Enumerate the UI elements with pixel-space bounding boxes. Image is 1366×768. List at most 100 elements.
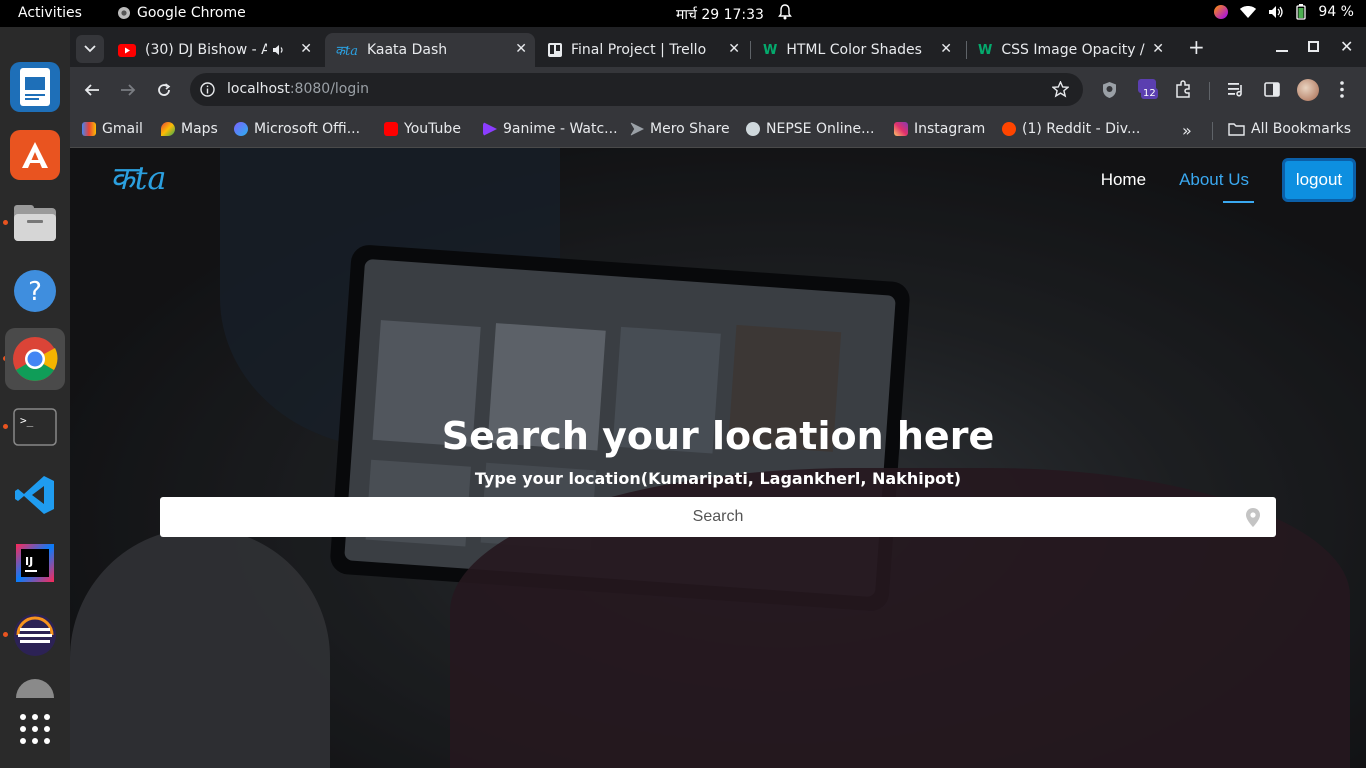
gmail-icon bbox=[82, 122, 96, 136]
bookmark-nepse[interactable]: NEPSE Online... bbox=[746, 121, 874, 137]
site-info-icon[interactable] bbox=[200, 82, 215, 97]
profile-avatar[interactable] bbox=[1297, 79, 1319, 101]
bookmark-instagram[interactable]: Instagram bbox=[894, 121, 985, 137]
bookmarks-overflow-icon[interactable]: » bbox=[1182, 121, 1192, 140]
files-running-dot bbox=[3, 220, 8, 225]
minimize-button[interactable] bbox=[1276, 50, 1288, 52]
tab-youtube[interactable]: (30) DJ Bishow - A ✕ bbox=[108, 33, 320, 67]
tab-label: Final Project | Trello bbox=[571, 42, 707, 58]
tab-search-button[interactable] bbox=[76, 35, 104, 63]
maps-icon bbox=[161, 122, 175, 136]
maximize-button[interactable] bbox=[1308, 41, 1319, 52]
bookmark-9anime[interactable]: 9anime - Watc... bbox=[483, 121, 618, 137]
tab-separator bbox=[966, 41, 967, 59]
url-host: localhost bbox=[227, 81, 290, 97]
tab-html-color-shades[interactable]: W HTML Color Shades ✕ bbox=[753, 33, 960, 67]
system-tray[interactable]: 94 % bbox=[1214, 4, 1354, 20]
bookmark-star-icon[interactable] bbox=[1052, 81, 1069, 98]
battery-icon bbox=[1296, 4, 1307, 20]
site-nav: Home About Us logout bbox=[1101, 158, 1356, 203]
chrome-icon[interactable] bbox=[5, 328, 65, 390]
dock: ? >_ IJ bbox=[0, 27, 70, 768]
active-app-name: Google Chrome bbox=[137, 5, 246, 21]
extension-badge-icon[interactable]: 12 bbox=[1138, 79, 1158, 99]
media-controls-icon[interactable] bbox=[1228, 82, 1245, 97]
site-logo[interactable]: कta bbox=[110, 156, 167, 199]
libreoffice-impress-icon[interactable] bbox=[10, 62, 60, 112]
app-center-icon[interactable] bbox=[10, 130, 60, 180]
tab-css-image-opacity[interactable]: W CSS Image Opacity / T ✕ bbox=[968, 33, 1172, 67]
more-menu-icon[interactable] bbox=[1340, 81, 1344, 98]
new-tab-button[interactable]: + bbox=[1188, 37, 1205, 57]
vscode-icon[interactable] bbox=[10, 470, 60, 520]
audio-playing-icon[interactable] bbox=[272, 44, 286, 56]
all-bookmarks-label: All Bookmarks bbox=[1251, 121, 1352, 137]
youtube-icon bbox=[118, 43, 136, 57]
browser-chrome: (30) DJ Bishow - A ✕ कta Kaata Dash ✕ Fi… bbox=[70, 27, 1366, 148]
logout-button[interactable]: logout bbox=[1282, 158, 1356, 202]
tab-kaata-dash[interactable]: कta Kaata Dash ✕ bbox=[325, 33, 535, 67]
close-tab-icon[interactable]: ✕ bbox=[728, 41, 740, 57]
chevron-down-icon bbox=[84, 45, 96, 53]
back-arrow-icon[interactable] bbox=[84, 82, 100, 98]
tab-separator bbox=[750, 41, 751, 59]
tab-trello[interactable]: Final Project | Trello ✕ bbox=[538, 33, 748, 67]
tab-label: (30) DJ Bishow - A bbox=[145, 42, 267, 58]
mero-share-icon bbox=[630, 122, 644, 136]
close-tab-icon[interactable]: ✕ bbox=[515, 41, 527, 57]
privacy-badger-icon[interactable] bbox=[1102, 81, 1117, 99]
close-window-button[interactable]: ✕ bbox=[1340, 37, 1353, 56]
bookmark-label: YouTube bbox=[404, 121, 461, 137]
reddit-icon bbox=[1002, 122, 1016, 136]
svg-text:?: ? bbox=[28, 277, 42, 307]
all-bookmarks[interactable]: All Bookmarks bbox=[1228, 121, 1351, 137]
show-applications-icon[interactable] bbox=[10, 704, 60, 754]
help-icon[interactable]: ? bbox=[10, 266, 60, 316]
address-bar[interactable]: localhost:8080/login bbox=[190, 73, 1083, 106]
page-content: कta Home About Us logout Search your loc… bbox=[70, 148, 1366, 768]
close-tab-icon[interactable]: ✕ bbox=[300, 41, 312, 57]
eclipse-icon[interactable] bbox=[10, 610, 60, 660]
bookmark-label: Maps bbox=[181, 121, 218, 137]
nav-home-link[interactable]: Home bbox=[1101, 170, 1146, 190]
partial-app-icon[interactable] bbox=[10, 678, 60, 698]
tab-strip: (30) DJ Bishow - A ✕ कta Kaata Dash ✕ Fi… bbox=[70, 27, 1366, 67]
close-tab-icon[interactable]: ✕ bbox=[940, 41, 952, 57]
bookmark-youtube[interactable]: YouTube bbox=[384, 121, 461, 137]
bookmark-microsoft-office[interactable]: Microsoft Offi... bbox=[234, 121, 360, 137]
toolbar-separator bbox=[1209, 82, 1210, 100]
nav-about-link[interactable]: About Us bbox=[1179, 170, 1254, 203]
location-search-input[interactable] bbox=[160, 497, 1276, 537]
intellij-icon[interactable]: IJ bbox=[10, 538, 60, 588]
bookmark-mero-share[interactable]: Mero Share bbox=[630, 121, 730, 137]
terminal-icon[interactable]: >_ bbox=[10, 402, 60, 452]
w3schools-icon: W bbox=[978, 42, 993, 58]
side-panel-icon[interactable] bbox=[1264, 82, 1280, 97]
clock[interactable]: मार्च 29 17:33 bbox=[676, 5, 764, 24]
files-icon[interactable] bbox=[10, 198, 60, 248]
active-app-menu[interactable]: Google Chrome bbox=[117, 5, 246, 21]
wifi-icon bbox=[1240, 6, 1257, 18]
notification-bell-icon[interactable] bbox=[778, 4, 792, 24]
bookmarks-bar: Gmail Maps Microsoft Offi... YouTube 9an… bbox=[70, 113, 1366, 148]
close-tab-icon[interactable]: ✕ bbox=[1152, 41, 1164, 57]
bookmark-reddit[interactable]: (1) Reddit - Div... bbox=[1002, 121, 1140, 137]
reload-icon[interactable] bbox=[156, 82, 172, 98]
microsoft-office-icon bbox=[234, 122, 248, 136]
url-text: localhost:8080/login bbox=[227, 81, 369, 97]
w3schools-icon: W bbox=[763, 42, 778, 58]
background-overlay bbox=[70, 148, 1366, 768]
activities-button[interactable]: Activities bbox=[18, 5, 82, 21]
tab-label: CSS Image Opacity / T bbox=[1001, 42, 1147, 58]
extensions-puzzle-icon[interactable] bbox=[1174, 80, 1192, 98]
location-pin-icon[interactable] bbox=[1246, 508, 1260, 527]
forward-arrow-icon[interactable] bbox=[120, 82, 136, 98]
kaata-icon: कta bbox=[335, 44, 358, 59]
bookmark-label: Gmail bbox=[102, 121, 143, 137]
eclipse-running-dot bbox=[3, 632, 8, 637]
location-search-box bbox=[160, 497, 1276, 537]
bookmark-gmail[interactable]: Gmail bbox=[82, 121, 143, 137]
url-path: :8080/login bbox=[289, 81, 370, 97]
bookmark-maps[interactable]: Maps bbox=[161, 121, 218, 137]
chrome-small-icon bbox=[118, 7, 130, 19]
